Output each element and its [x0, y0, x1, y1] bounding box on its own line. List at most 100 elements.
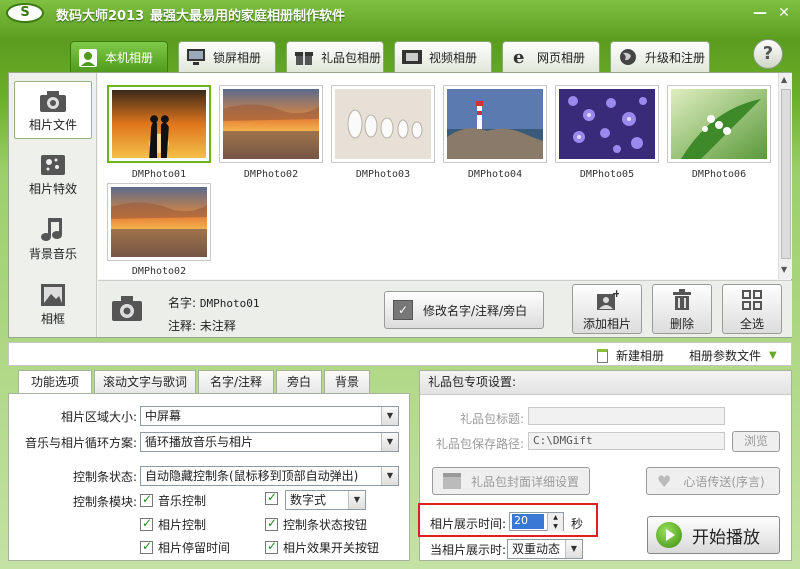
- svg-text:+: +: [612, 288, 619, 300]
- area-size-select[interactable]: 中屏幕 ▼: [140, 406, 399, 426]
- tab-scroll-text-lyrics[interactable]: 滚动文字与歌词: [94, 370, 196, 394]
- globe-icon: [617, 46, 639, 68]
- tab-upgrade-register[interactable]: 升级和注册: [610, 41, 710, 72]
- music-control-checkbox[interactable]: 音乐控制: [140, 492, 206, 509]
- sidebar-item-bg-music[interactable]: 背景音乐: [14, 211, 92, 269]
- start-play-button[interactable]: 开始播放: [647, 516, 780, 554]
- scroll-down-icon[interactable]: ▼: [781, 265, 787, 274]
- photo-grid-scrollbar[interactable]: ▲ ▼: [778, 73, 792, 279]
- sidebar-item-photo-files[interactable]: 相片文件: [14, 81, 92, 139]
- area-size-value: 中屏幕: [145, 409, 182, 423]
- tab-label: 网页相册: [537, 50, 586, 65]
- when-display-select[interactable]: 双重动态 ▼: [507, 539, 583, 559]
- checkbox-label: 相片控制: [158, 518, 207, 532]
- tab-local-album[interactable]: 本机相册: [70, 41, 168, 73]
- minimize-button[interactable]: —: [749, 3, 771, 23]
- sidebar-item-frame[interactable]: 相框: [14, 276, 92, 334]
- sidebar-item-label: 相框: [40, 312, 65, 326]
- close-button[interactable]: ✕: [773, 3, 795, 23]
- photo-image: [447, 89, 543, 159]
- checkbox-label: 控制条状态按钮: [283, 518, 368, 532]
- photo-image: [559, 89, 655, 159]
- new-album-button[interactable]: 新建相册: [597, 347, 664, 364]
- photo-thumbnail[interactable]: [107, 183, 211, 261]
- tab-gift-album[interactable]: 礼品包相册: [286, 41, 384, 72]
- app-window: S 数码大师2013 最强大最易用的家庭相册制作软件 — ✕ 本机相册 锁屏相册…: [0, 0, 800, 569]
- monitor-icon: [185, 46, 207, 68]
- delete-label: 删除: [669, 317, 694, 331]
- tab-video-album[interactable]: 视频相册: [394, 41, 492, 72]
- gift-save-path-input[interactable]: C:\DMGift: [528, 432, 725, 450]
- photo-thumbnail[interactable]: [219, 85, 323, 163]
- delete-button[interactable]: 删除: [652, 284, 712, 334]
- checkbox-icon: [265, 539, 278, 554]
- tab-name-note[interactable]: 名字/注释: [198, 370, 274, 394]
- scroll-up-icon[interactable]: ▲: [781, 75, 787, 84]
- note-label: 注释:: [168, 319, 197, 333]
- tab-label: 本机相册: [105, 51, 154, 65]
- select-all-button[interactable]: 全选: [722, 284, 782, 334]
- tab-label: 锁屏相册: [213, 50, 262, 65]
- gift-cover-label: 礼品包封面详细设置: [471, 474, 580, 489]
- browse-button[interactable]: 浏览: [732, 431, 780, 452]
- photo-grid: DMPhoto01 DMPhoto02 DMPhoto03 DMPhoto04 …: [98, 73, 778, 279]
- heart-icon: ♥: [657, 471, 672, 491]
- effect-toggle-button-checkbox[interactable]: 相片效果开关按钮: [265, 539, 379, 556]
- gift-cover-settings-button[interactable]: 礼品包封面详细设置: [432, 467, 590, 495]
- photo-caption: DMPhoto06: [691, 169, 747, 180]
- scrollbar-thumb[interactable]: [781, 89, 791, 259]
- photo-control-checkbox[interactable]: 相片控制: [140, 516, 206, 533]
- person-icon: [77, 47, 99, 69]
- control-bar-state-select[interactable]: 自动隐藏控制条(鼠标移到顶部自动弹出) ▼: [140, 466, 399, 486]
- checkbox-icon: [265, 516, 278, 531]
- photo-thumbnail[interactable]: [667, 85, 771, 163]
- control-bar-state-button-checkbox[interactable]: 控制条状态按钮: [265, 516, 367, 533]
- tab-background[interactable]: 背景: [324, 370, 370, 394]
- start-play-label: 开始播放: [692, 527, 760, 548]
- loop-scheme-select[interactable]: 循环播放音乐与相片 ▼: [140, 432, 399, 452]
- photo-thumbnail[interactable]: [107, 85, 211, 163]
- gift-title-input[interactable]: [528, 407, 725, 425]
- play-icon: [656, 522, 682, 548]
- photo-thumbnail[interactable]: [443, 85, 547, 163]
- checkbox-icon: [265, 490, 278, 505]
- tab-narration[interactable]: 旁白: [276, 370, 322, 394]
- edit-button-label: 修改名字/注释/旁白: [423, 303, 528, 318]
- number-style-select[interactable]: 数字式 ▼: [285, 490, 366, 510]
- control-bar-state-value: 自动隐藏控制条(鼠标移到顶部自动弹出): [145, 469, 359, 483]
- tab-web-album[interactable]: e 网页相册: [502, 41, 600, 72]
- add-photo-label: 添加相片: [582, 317, 631, 331]
- number-style-checkbox[interactable]: [265, 490, 283, 505]
- app-logo-icon: S: [6, 3, 44, 23]
- photo-name-line: 名字: DMPhoto01: [168, 294, 259, 311]
- when-display-value: 双重动态: [512, 542, 561, 556]
- sidebar-item-photo-effects[interactable]: 相片特效: [14, 146, 92, 204]
- grid-icon: [723, 285, 781, 315]
- tab-function-options[interactable]: 功能选项: [18, 370, 92, 395]
- ie-icon: e: [509, 46, 531, 68]
- photo-dwell-time-checkbox[interactable]: 相片停留时间: [140, 539, 230, 556]
- sidebar-item-label: 相片文件: [28, 118, 77, 132]
- camera-icon: [110, 293, 144, 323]
- message-send-button[interactable]: ♥ 心语传送(序言): [646, 467, 780, 495]
- photo-thumbnail[interactable]: [555, 85, 659, 163]
- gift-icon: [293, 46, 315, 68]
- photo-thumbnail[interactable]: [331, 85, 435, 163]
- photo-note-line: 注释: 未注释: [168, 317, 236, 334]
- album-params-button[interactable]: 相册参数文件 ▼: [689, 347, 777, 364]
- tab-lockscreen-album[interactable]: 锁屏相册: [178, 41, 276, 72]
- loop-scheme-label: 音乐与相片循环方案:: [24, 436, 137, 450]
- document-icon: [597, 348, 608, 363]
- checkbox-icon: [140, 492, 153, 507]
- photo-caption: DMPhoto02: [131, 266, 187, 277]
- area-size-label: 相片区域大小:: [60, 410, 137, 424]
- edit-name-note-button[interactable]: ✓ 修改名字/注释/旁白: [384, 291, 544, 329]
- photo-caption: DMPhoto02: [243, 169, 299, 180]
- photo-info-bar: 名字: DMPhoto01 注释: 未注释 ✓ 修改名字/注释/旁白 + 添加相…: [98, 280, 792, 337]
- gift-save-path-label: 礼品包保存路径:: [435, 437, 524, 451]
- when-display-label: 当相片展示时:: [429, 543, 506, 557]
- help-button[interactable]: ?: [753, 39, 783, 69]
- add-photo-button[interactable]: + 添加相片: [572, 284, 642, 334]
- music-note-icon: [14, 215, 92, 245]
- checkbox-icon: [140, 516, 153, 531]
